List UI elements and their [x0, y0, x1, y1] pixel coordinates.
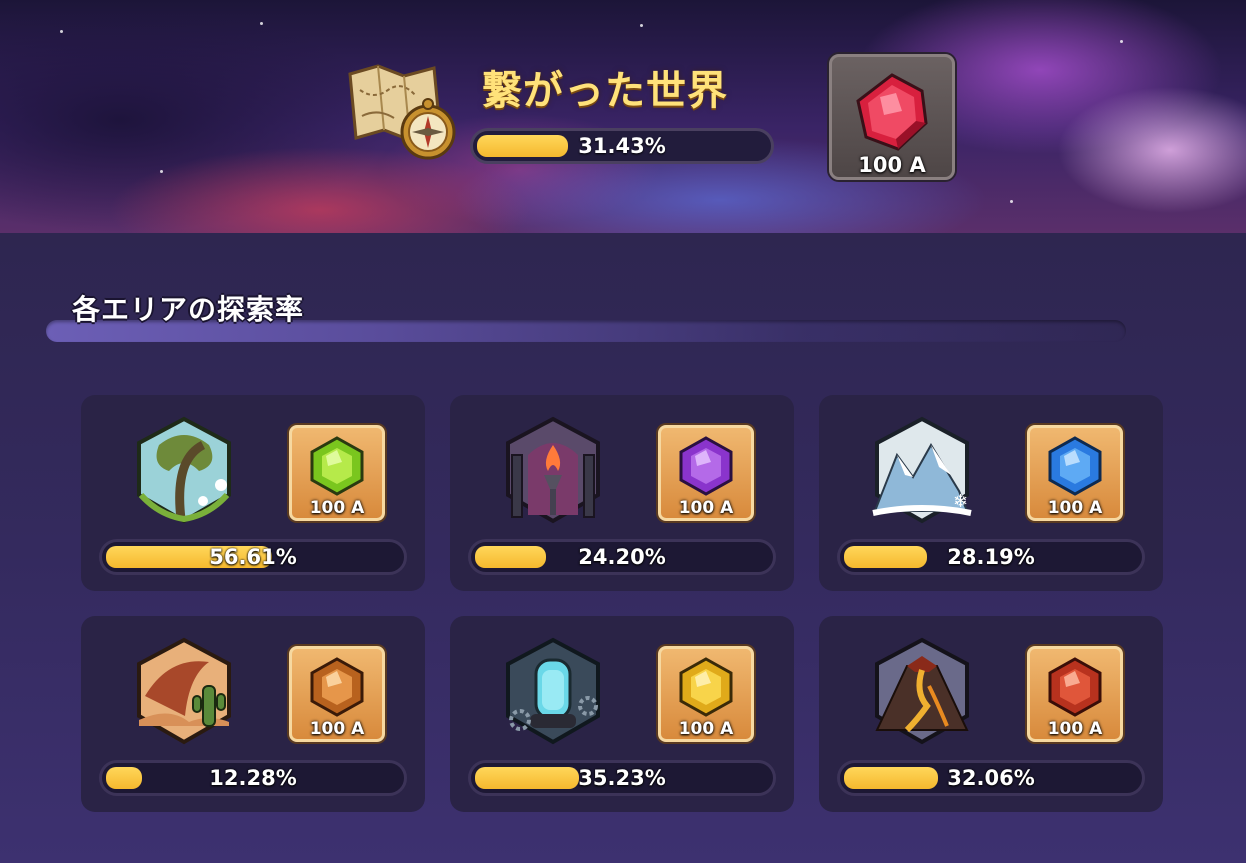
area-progress-bar: 24.20% [468, 539, 776, 575]
map-compass-icon [348, 64, 456, 160]
amber-gem-icon [310, 657, 364, 717]
reward-amount: 100 A [858, 153, 926, 177]
area-progress-label: 12.28% [209, 766, 297, 790]
reward-amount: 100 A [1047, 498, 1103, 518]
purple-gem-icon [679, 436, 733, 496]
reward-amount: 100 A [309, 498, 365, 518]
area-progress-bar: 28.19% [837, 539, 1145, 575]
star-decoration [260, 22, 263, 25]
reward-amount: 100 A [309, 719, 365, 739]
area-progress-bar: 32.06% [837, 760, 1145, 796]
lab-area-icon [506, 637, 600, 745]
reward-amount: 100 A [1047, 719, 1103, 739]
green-gem-icon [310, 436, 364, 496]
area-reward-button[interactable]: 100 A [658, 646, 754, 742]
area-card-snow[interactable]: ❄ 100 A 28.19% [819, 395, 1163, 591]
area-card-lab[interactable]: 100 A 35.23% [450, 616, 794, 812]
star-decoration [160, 170, 163, 173]
star-decoration [640, 24, 643, 27]
snow-area-icon: ❄ [872, 416, 972, 524]
section-title: 各エリアの探索率 [72, 293, 305, 326]
area-progress-bar: 35.23% [468, 760, 776, 796]
reward-amount: 100 A [678, 719, 734, 739]
world-progress-bar: 31.43% [470, 128, 774, 164]
volcano-area-icon [875, 637, 969, 745]
star-decoration [60, 30, 63, 33]
area-progress-bar: 12.28% [99, 760, 407, 796]
star-decoration [1010, 200, 1013, 203]
star-decoration [1120, 40, 1123, 43]
red-gem-icon [856, 73, 928, 151]
world-header: 繋がった世界 31.43% 100 A [0, 0, 1246, 233]
area-progress-label: 28.19% [947, 545, 1035, 569]
area-card-volcano[interactable]: 100 A 32.06% [819, 616, 1163, 812]
area-card-forest[interactable]: 100 A 56.61% [81, 395, 425, 591]
area-reward-button[interactable]: 100 A [1027, 646, 1123, 742]
temple-area-icon [506, 416, 600, 524]
area-progress-label: 32.06% [947, 766, 1035, 790]
forest-area-icon [137, 416, 231, 524]
area-progress-bar: 56.61% [99, 539, 407, 575]
yellow-gem-icon [679, 657, 733, 717]
world-progress-label: 31.43% [578, 134, 666, 158]
area-reward-button[interactable]: 100 A [1027, 425, 1123, 521]
area-progress-label: 24.20% [578, 545, 666, 569]
desert-area-icon [137, 637, 231, 745]
area-reward-button[interactable]: 100 A [289, 646, 385, 742]
area-card-desert[interactable]: 100 A 12.28% [81, 616, 425, 812]
area-reward-button[interactable]: 100 A [658, 425, 754, 521]
world-reward-button[interactable]: 100 A [829, 54, 955, 180]
area-progress-label: 56.61% [209, 545, 297, 569]
blue-gem-icon [1048, 436, 1102, 496]
reward-amount: 100 A [678, 498, 734, 518]
page-title: 繋がった世界 [482, 68, 728, 114]
area-reward-button[interactable]: 100 A [289, 425, 385, 521]
svg-text:❄: ❄ [953, 491, 968, 512]
area-card-temple[interactable]: 100 A 24.20% [450, 395, 794, 591]
red-gem-icon [1048, 657, 1102, 717]
area-progress-label: 35.23% [578, 766, 666, 790]
